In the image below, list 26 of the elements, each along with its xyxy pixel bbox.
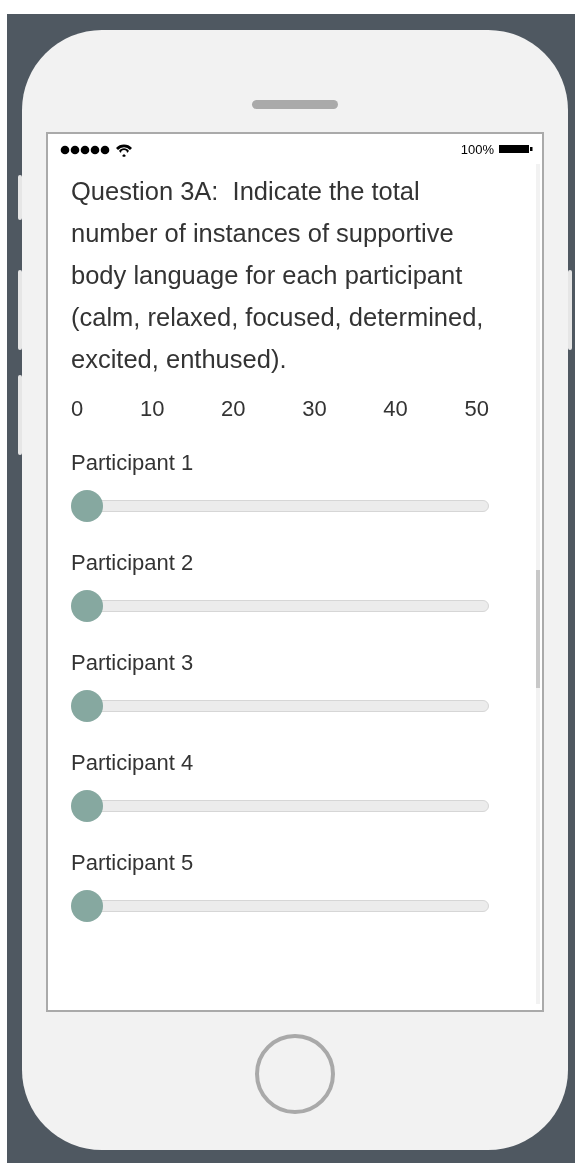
slider[interactable] <box>71 790 489 822</box>
slider-thumb[interactable] <box>71 890 103 922</box>
scale-label: 50 <box>464 396 489 422</box>
slider[interactable] <box>71 890 489 922</box>
scale-label: 10 <box>139 396 165 422</box>
participant-label: Participant 2 <box>71 549 195 577</box>
slider[interactable] <box>71 690 489 722</box>
participant-label: Participant 1 <box>71 449 195 477</box>
scale-label: 0 <box>71 396 84 422</box>
participant-label: Participant 5 <box>71 849 195 877</box>
slider[interactable] <box>71 490 489 522</box>
scrollbar-thumb[interactable] <box>536 570 540 688</box>
battery-icon <box>498 144 534 154</box>
scale-label: 40 <box>383 396 408 422</box>
slider[interactable] <box>71 590 489 622</box>
slider-thumb[interactable] <box>71 790 103 822</box>
slider-thumb[interactable] <box>71 490 103 522</box>
participant-label: Participant 4 <box>71 749 195 777</box>
participant-label: Participant 3 <box>71 649 195 677</box>
slider-thumb[interactable] <box>71 590 103 622</box>
slider-thumb[interactable] <box>71 690 103 722</box>
question-text: Question 3A: Indicate the total number of instances of supportive body language for each participant (calm, relaxed, focused, determined, excited, enthused). <box>71 176 485 375</box>
scale-label: 20 <box>221 396 246 422</box>
battery-percentage: 100% <box>460 141 494 157</box>
home-button[interactable] <box>255 1034 335 1114</box>
scale-label: 30 <box>302 396 327 422</box>
